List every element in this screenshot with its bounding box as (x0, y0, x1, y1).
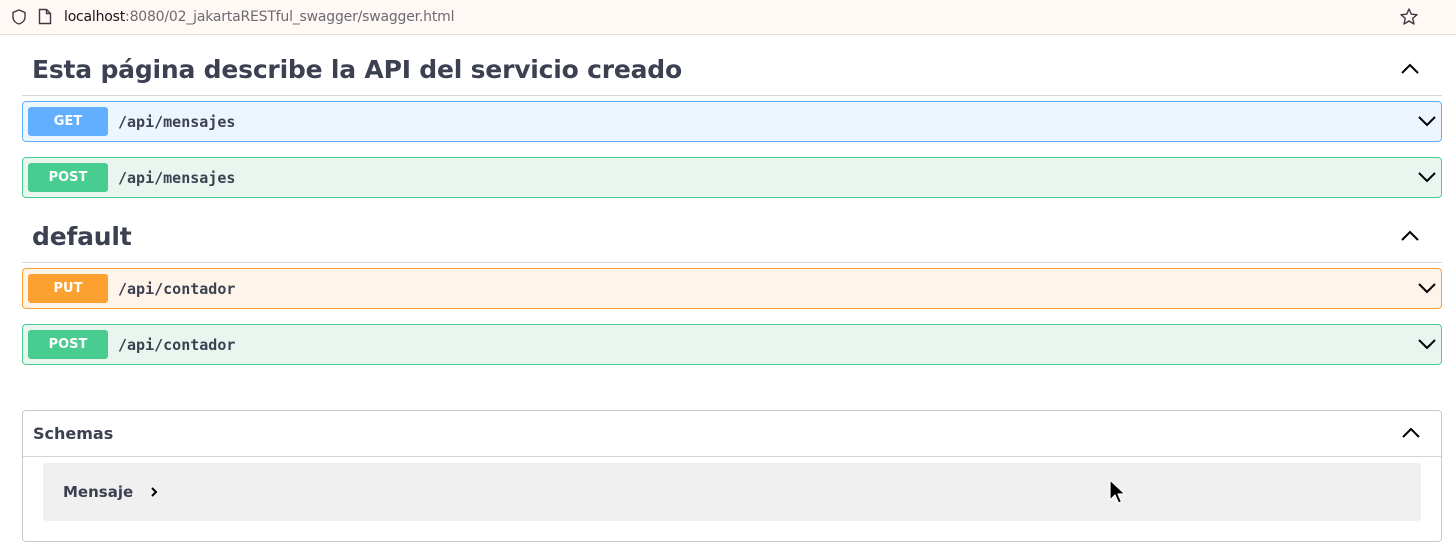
tag-section-mensajes: Esta página describe la API del servicio… (22, 43, 1442, 96)
browser-url-bar[interactable]: localhost:8080/02_jakartaRESTful_swagger… (0, 0, 1456, 35)
chevron-right-icon[interactable] (149, 486, 159, 498)
operation-path: /api/contador (118, 335, 236, 354)
url-text[interactable]: localhost:8080/02_jakartaRESTful_swagger… (64, 9, 454, 25)
method-badge: GET (28, 107, 108, 136)
opblock-get-mensajes[interactable]: GET /api/mensajes (22, 101, 1442, 142)
shield-icon[interactable] (12, 9, 26, 25)
tag-header[interactable]: Esta página describe la API del servicio… (22, 43, 1442, 96)
tag-title: Esta página describe la API del servicio… (32, 54, 682, 84)
page-icon (38, 8, 52, 25)
star-icon[interactable] (1399, 7, 1419, 27)
method-badge: PUT (28, 274, 108, 303)
model-title: Mensaje (63, 483, 134, 501)
schemas-title: Schemas (33, 424, 114, 443)
operation-path: /api/contador (118, 279, 236, 298)
chevron-up-icon[interactable] (1400, 229, 1420, 243)
model-box-mensaje[interactable]: Mensaje (43, 463, 1421, 521)
tag-header[interactable]: default (22, 210, 1442, 263)
schemas-panel: Schemas Mensaje (22, 410, 1442, 542)
tag-section-default: default (22, 210, 1442, 263)
url-host: localhost (64, 9, 126, 25)
operation-path: /api/mensajes (118, 168, 236, 187)
opblock-post-mensajes[interactable]: POST /api/mensajes (22, 157, 1442, 198)
chevron-up-icon[interactable] (1400, 62, 1420, 76)
tag-title: default (32, 221, 132, 251)
schemas-header[interactable]: Schemas (23, 411, 1441, 457)
operation-path: /api/mensajes (118, 112, 236, 131)
chevron-down-icon[interactable] (1417, 170, 1437, 184)
url-path: :8080/02_jakartaRESTful_swagger/swagger.… (125, 9, 455, 25)
mouse-pointer-icon (1109, 479, 1126, 504)
opblock-put-contador[interactable]: PUT /api/contador (22, 268, 1442, 309)
chevron-down-icon[interactable] (1417, 281, 1437, 295)
method-badge: POST (28, 163, 108, 192)
chevron-up-icon[interactable] (1401, 426, 1421, 440)
opblock-post-contador[interactable]: POST /api/contador (22, 324, 1442, 365)
chevron-down-icon[interactable] (1417, 114, 1437, 128)
method-badge: POST (28, 330, 108, 359)
chevron-down-icon[interactable] (1417, 337, 1437, 351)
